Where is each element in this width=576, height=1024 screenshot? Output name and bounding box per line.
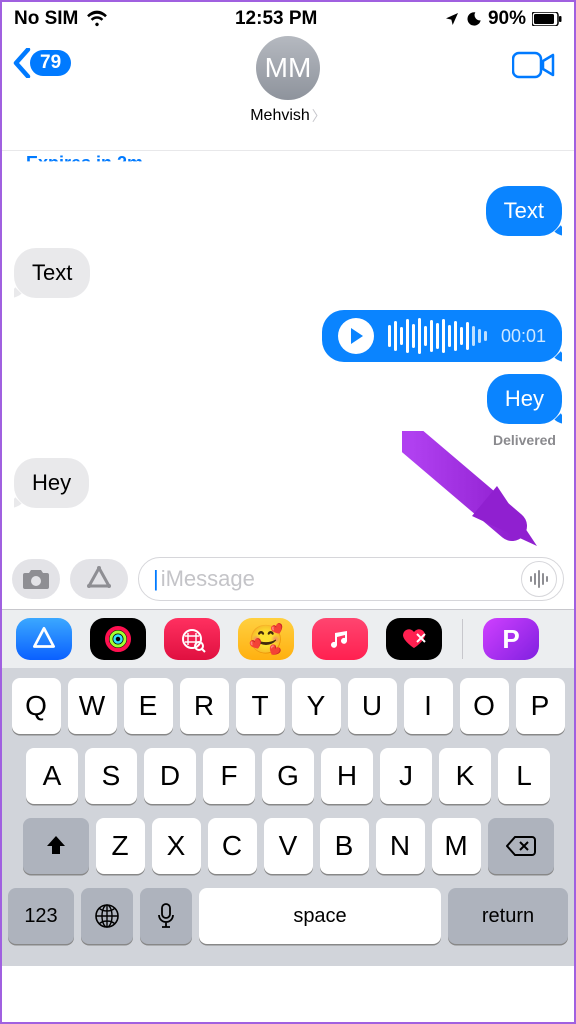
message-text: Text [504, 198, 544, 223]
key-g[interactable]: G [262, 748, 314, 804]
camera-icon [21, 567, 51, 591]
key-f[interactable]: F [203, 748, 255, 804]
play-icon [351, 328, 363, 344]
key-l[interactable]: L [498, 748, 550, 804]
key-m[interactable]: M [432, 818, 481, 874]
sent-message-bubble[interactable]: Text [486, 186, 562, 236]
third-party-app-icon[interactable]: P [483, 618, 539, 660]
message-text: Hey [32, 470, 71, 495]
key-t[interactable]: T [236, 678, 285, 734]
key-u[interactable]: U [348, 678, 397, 734]
imessage-app-strip[interactable]: 🥰 P [2, 609, 574, 668]
key-e[interactable]: E [124, 678, 173, 734]
app-strip-divider [462, 619, 463, 659]
shift-key[interactable] [23, 818, 89, 874]
key-n[interactable]: N [376, 818, 425, 874]
keyboard-row-2: ASDFGHJKL [8, 748, 568, 804]
key-j[interactable]: J [380, 748, 432, 804]
key-i[interactable]: I [404, 678, 453, 734]
activity-app-icon[interactable] [90, 618, 146, 660]
do-not-disturb-icon [466, 11, 482, 27]
backspace-icon [506, 835, 536, 857]
key-p[interactable]: P [516, 678, 565, 734]
wifi-icon [86, 10, 108, 28]
audio-waveform-icon [388, 318, 487, 354]
chevron-right-icon: 〉 [312, 106, 326, 126]
facetime-button[interactable] [512, 50, 556, 85]
key-a[interactable]: A [26, 748, 78, 804]
key-w[interactable]: W [68, 678, 117, 734]
unread-badge: 79 [30, 50, 71, 76]
message-list[interactable]: Expires in 2m Text Text 00:01 Hey Delive… [2, 151, 574, 551]
return-key-label: return [482, 905, 534, 928]
numbers-key[interactable]: 123 [8, 888, 74, 944]
audio-record-button[interactable] [521, 561, 557, 597]
play-button[interactable] [338, 318, 374, 354]
app-store-icon [85, 566, 113, 592]
keyboard-row-bottom: 123 space return [8, 888, 568, 944]
delivered-status: Delivered [14, 430, 562, 452]
key-v[interactable]: V [264, 818, 313, 874]
location-icon [444, 11, 460, 27]
battery-percent: 90% [488, 8, 526, 30]
memoji-app-icon[interactable]: 🥰 [238, 618, 294, 660]
space-key-label: space [293, 905, 346, 928]
key-d[interactable]: D [144, 748, 196, 804]
clock-text: 12:53 PM [235, 8, 317, 30]
camera-button[interactable] [12, 559, 60, 599]
contact-name-button[interactable]: Mehvish 〉 [250, 106, 326, 126]
received-message-bubble[interactable]: Text [14, 248, 90, 298]
back-button[interactable]: 79 [12, 48, 71, 78]
space-key[interactable]: space [199, 888, 441, 944]
keyboard-row-1: QWERTYUIOP [8, 678, 568, 734]
key-c[interactable]: C [208, 818, 257, 874]
apple-music-app-icon[interactable] [312, 618, 368, 660]
conversation-header: 79 MM Mehvish 〉 [2, 30, 574, 150]
dictation-key[interactable] [140, 888, 192, 944]
keyboard: QWERTYUIOP ASDFGHJKL ZXCVBNM 123 space r… [2, 668, 574, 966]
audio-duration: 00:01 [501, 326, 546, 347]
text-cursor: | [153, 566, 159, 592]
hashtag-images-app-icon[interactable] [164, 618, 220, 660]
carrier-text: No SIM [14, 8, 78, 30]
message-text: Text [32, 260, 72, 285]
key-y[interactable]: Y [292, 678, 341, 734]
shift-icon [44, 834, 68, 858]
return-key[interactable]: return [448, 888, 568, 944]
backspace-key[interactable] [488, 818, 554, 874]
received-message-bubble[interactable]: Hey [14, 458, 89, 508]
key-s[interactable]: S [85, 748, 137, 804]
app-store-imessage-icon[interactable] [16, 618, 72, 660]
message-placeholder: iMessage [161, 566, 255, 592]
key-r[interactable]: R [180, 678, 229, 734]
app-store-button[interactable] [70, 559, 128, 599]
battery-icon [532, 12, 562, 26]
compose-bar: | iMessage [2, 551, 574, 609]
globe-icon [94, 903, 120, 929]
status-bar: No SIM 12:53 PM 90% [2, 2, 574, 30]
globe-key[interactable] [81, 888, 133, 944]
key-z[interactable]: Z [96, 818, 145, 874]
key-q[interactable]: Q [12, 678, 61, 734]
waveform-icon [529, 569, 549, 589]
keyboard-row-3: ZXCVBNM [8, 818, 568, 874]
digital-touch-app-icon[interactable] [386, 618, 442, 660]
key-o[interactable]: O [460, 678, 509, 734]
message-text: Hey [505, 386, 544, 411]
key-h[interactable]: H [321, 748, 373, 804]
expires-label: Expires in 2m [14, 153, 562, 174]
key-b[interactable]: B [320, 818, 369, 874]
message-input[interactable]: | iMessage [138, 557, 564, 601]
key-k[interactable]: K [439, 748, 491, 804]
contact-name-label: Mehvish [250, 107, 310, 125]
microphone-icon [157, 903, 175, 929]
contact-avatar[interactable]: MM [256, 36, 320, 100]
numbers-key-label: 123 [24, 905, 57, 928]
sent-message-bubble[interactable]: Hey [487, 374, 562, 424]
key-x[interactable]: X [152, 818, 201, 874]
avatar-initials: MM [265, 52, 312, 84]
sent-audio-message[interactable]: 00:01 [322, 310, 562, 362]
